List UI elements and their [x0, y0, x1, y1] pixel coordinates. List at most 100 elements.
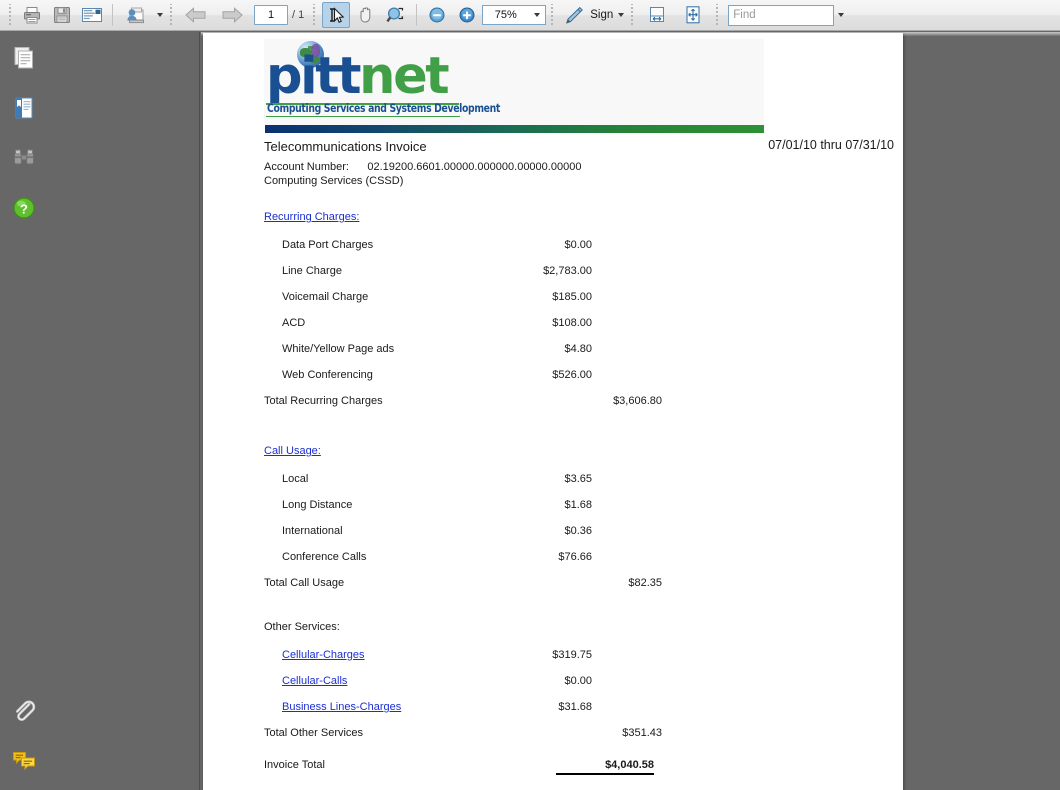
total-amount: $3,606.80: [613, 395, 662, 407]
total-amount: $82.35: [628, 577, 662, 589]
sign-button[interactable]: [560, 2, 588, 28]
toolbar-grip-5[interactable]: [629, 4, 637, 26]
charge-row: International $0.36: [264, 525, 894, 551]
hand-icon: [360, 7, 371, 23]
chevron-down-icon: [533, 13, 540, 17]
chevron-down-icon: [617, 13, 624, 17]
invoice-total-label: Invoice Total: [264, 759, 325, 771]
charge-link[interactable]: Business Lines-Charges: [282, 701, 401, 713]
chevron-down-icon: [837, 13, 844, 17]
charge-label: International: [282, 525, 343, 537]
invoice-title: Telecommunications Invoice: [264, 139, 427, 154]
charge-row: Line Charge $2,783.00: [264, 265, 894, 291]
sidebar-item-comments[interactable]: [9, 745, 39, 775]
account-number-value: 02.19200.6601.00000.000000.00000.00000: [367, 161, 582, 173]
zoom-out-button[interactable]: [423, 2, 451, 28]
charge-label: Web Conferencing: [282, 369, 373, 381]
charge-row: Business Lines-Charges $31.68: [264, 701, 894, 727]
sign-label: Sign: [590, 9, 614, 21]
previous-page-button[interactable]: [179, 2, 213, 28]
arrow-right-icon: [222, 7, 243, 23]
stamp-button[interactable]: [119, 2, 153, 28]
charge-amount: $2,783.00: [543, 265, 592, 277]
charge-row: Local $3.65: [264, 473, 894, 499]
call-usage-heading[interactable]: Call Usage:: [264, 445, 321, 457]
charge-amount: $31.68: [558, 701, 592, 713]
recurring-charges-heading[interactable]: Recurring Charges:: [264, 211, 359, 223]
charge-link[interactable]: Cellular-Calls: [282, 675, 347, 687]
print-icon: [24, 7, 40, 24]
invoice-total-amount: $4,040.58: [556, 759, 654, 775]
select-tool-button[interactable]: [322, 2, 351, 28]
toolbar-grip-4[interactable]: [549, 4, 557, 26]
sidebar-item-help[interactable]: ?: [9, 193, 39, 223]
svg-text:?: ?: [20, 201, 28, 216]
charge-row: Web Conferencing $526.00: [264, 369, 894, 395]
charge-amount: $4.80: [564, 343, 592, 355]
print-button[interactable]: [18, 2, 46, 28]
pdf-page: pittnet Computing Services and Systems D…: [203, 33, 903, 790]
fit-width-icon: [650, 7, 665, 22]
navigation-sidebar: ?: [0, 32, 200, 790]
sidebar-item-bookmarks[interactable]: [9, 93, 39, 123]
charge-amount: $185.00: [552, 291, 592, 303]
zoom-in-button[interactable]: [453, 2, 481, 28]
charge-label: Voicemail Charge: [282, 291, 369, 303]
charge-link[interactable]: Cellular-Charges: [282, 649, 365, 661]
floppy-disk-icon: [54, 7, 70, 23]
fit-width-button[interactable]: [640, 2, 674, 28]
zoom-level-input[interactable]: 75%: [482, 5, 529, 25]
logo-wordmark: pittnet: [266, 51, 450, 102]
save-button[interactable]: [48, 2, 76, 28]
total-label: Total Recurring Charges: [264, 395, 383, 407]
charge-row: Conference Calls $76.66: [264, 551, 894, 577]
page-number-input[interactable]: 1: [254, 5, 288, 25]
charge-amount: $3.65: [564, 473, 592, 485]
sign-dropdown-caret[interactable]: [615, 2, 626, 28]
charge-row: Long Distance $1.68: [264, 499, 894, 525]
toolbar: 1 / 1 75% Sign Find: [0, 0, 1060, 31]
charge-label: Local: [282, 473, 309, 485]
charge-amount: $1.68: [564, 499, 592, 511]
zoom-dropdown-caret[interactable]: [528, 5, 547, 25]
hand-tool-button[interactable]: [352, 2, 380, 28]
charge-row: White/Yellow Page ads $4.80: [264, 343, 894, 369]
department-line: Computing Services (CSSD): [264, 175, 404, 187]
marquee-zoom-button[interactable]: [382, 2, 410, 28]
toolbar-grip-6[interactable]: [714, 4, 722, 26]
help-question-icon: ?: [13, 197, 35, 219]
toolbar-grip-3[interactable]: [311, 4, 319, 26]
binoculars-icon: [14, 149, 34, 165]
other-services-total-row: Total Other Services $351.43: [264, 727, 894, 753]
stamp-dropdown-caret[interactable]: [154, 2, 165, 28]
logo-tagline: Computing Services and Systems Developme…: [267, 102, 500, 116]
pittnet-logo: pittnet Computing Services and Systems D…: [264, 39, 764, 133]
logo-word-pitt: pitt: [266, 47, 362, 106]
charge-amount: $76.66: [558, 551, 592, 563]
find-dropdown-caret[interactable]: [834, 5, 847, 26]
arrow-left-icon: [185, 7, 206, 23]
envelope-document-icon: [82, 8, 102, 22]
sidebar-item-find[interactable]: [9, 144, 39, 174]
other-services-heading: Other Services:: [264, 621, 340, 633]
charge-amount: $108.00: [552, 317, 592, 329]
charge-row: Data Port Charges $0.00: [264, 239, 894, 265]
toolbar-separator-2: [416, 4, 418, 26]
charge-amount: $319.75: [552, 649, 592, 661]
toolbar-grip[interactable]: [7, 4, 14, 26]
find-input[interactable]: Find: [728, 4, 835, 26]
next-page-button[interactable]: [215, 2, 249, 28]
plus-circle-icon: [459, 7, 475, 23]
total-amount: $351.43: [622, 727, 662, 739]
logo-gradient-bar: [265, 125, 764, 133]
email-button[interactable]: [78, 2, 106, 28]
charge-row: Cellular-Calls $0.00: [264, 675, 894, 701]
toolbar-grip-2[interactable]: [168, 4, 175, 26]
sidebar-item-pages[interactable]: [9, 43, 39, 73]
charge-amount: $526.00: [552, 369, 592, 381]
zoom-marquee-icon: [386, 7, 404, 23]
fit-page-icon: [686, 6, 700, 24]
sidebar-item-attachments[interactable]: [9, 696, 39, 726]
fit-page-button[interactable]: [676, 2, 710, 28]
document-viewport[interactable]: pittnet Computing Services and Systems D…: [201, 32, 1060, 790]
